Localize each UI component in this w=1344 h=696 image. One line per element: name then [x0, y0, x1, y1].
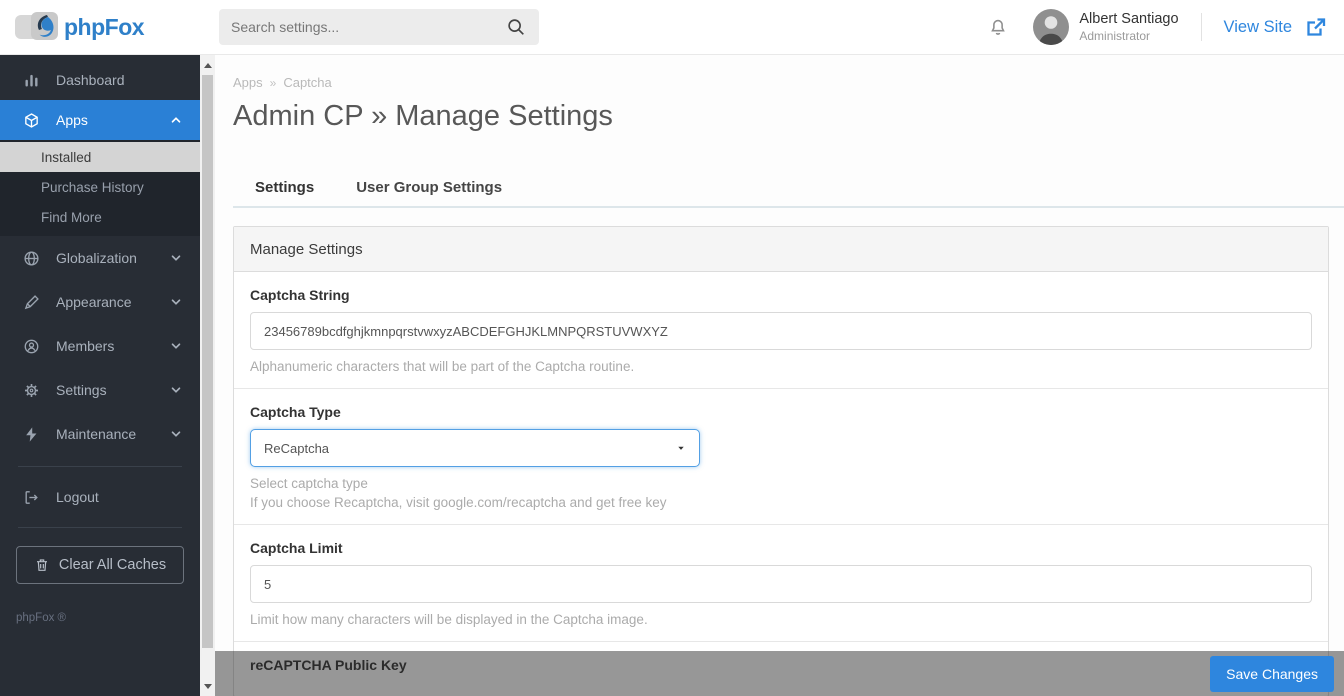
scroll-up-arrow[interactable]: [200, 57, 215, 73]
header-right: Albert Santiago Administrator View Site: [987, 9, 1344, 45]
sidebar: Dashboard Apps Installed Purchase Histor…: [0, 55, 200, 696]
caret-down-icon: [676, 443, 686, 453]
top-header: phpFox Albert Santiago Administrator Vie…: [0, 0, 1344, 55]
sidebar-item-label: Apps: [56, 112, 88, 128]
chevron-up-icon: [170, 114, 182, 126]
clear-caches-label: Clear All Caches: [58, 557, 167, 573]
external-link-icon: [1304, 15, 1328, 39]
sidebar-item-settings[interactable]: Settings: [0, 368, 200, 412]
chevron-down-icon: [170, 296, 182, 308]
view-site-label: View Site: [1223, 17, 1292, 36]
apps-submenu: Installed Purchase History Find More: [0, 140, 200, 236]
header-divider: [1200, 13, 1202, 41]
captcha-string-help: Alphanumeric characters that will be par…: [250, 359, 635, 374]
user-name: Albert Santiago: [1079, 11, 1179, 27]
sidebar-item-apps[interactable]: Apps: [0, 100, 200, 140]
chevron-down-icon: [170, 384, 182, 396]
captcha-limit-help: Limit how many characters will be displa…: [250, 612, 648, 627]
sidebar-item-appearance[interactable]: Appearance: [0, 280, 200, 324]
sidebar-subitem-find-more[interactable]: Find More: [0, 202, 200, 232]
user-info[interactable]: Albert Santiago Administrator: [1079, 11, 1178, 43]
brand-logo[interactable]: phpFox: [0, 10, 219, 44]
user-role: Administrator: [1079, 29, 1151, 43]
tab-user-group-settings[interactable]: User Group Settings: [356, 179, 502, 196]
breadcrumb-apps[interactable]: Apps: [233, 75, 263, 90]
captcha-type-select[interactable]: ReCaptcha: [250, 429, 700, 467]
brand-name: phpFox: [64, 13, 145, 40]
breadcrumb-separator: »: [269, 75, 277, 90]
sidebar-item-label: Maintenance: [56, 426, 137, 442]
tab-settings[interactable]: Settings: [255, 179, 314, 196]
captcha-limit-input[interactable]: [250, 565, 1312, 603]
main-content: Apps » Captcha Admin CP » Manage Setting…: [215, 55, 1344, 696]
captcha-type-label: Captcha Type: [250, 404, 341, 420]
panel-header: Manage Settings: [234, 227, 1328, 272]
breadcrumb: Apps » Captcha: [233, 75, 1344, 90]
subitem-label: Purchase History: [41, 179, 144, 195]
sidebar-item-label: Globalization: [56, 250, 137, 266]
sidebar-item-members[interactable]: Members: [0, 324, 200, 368]
captcha-type-help-2: If you choose Recaptcha, visit google.co…: [250, 495, 667, 510]
bar-chart-icon: [23, 72, 40, 89]
clear-all-caches-button[interactable]: Clear All Caches: [16, 546, 184, 584]
subitem-label: Find More: [41, 209, 102, 225]
manage-settings-panel: Manage Settings Captcha String Alphanume…: [233, 226, 1329, 696]
sidebar-scrollbar[interactable]: [200, 55, 215, 696]
subitem-label: Installed: [41, 149, 92, 165]
scrollbar-thumb[interactable]: [202, 75, 213, 648]
captcha-string-input[interactable]: [250, 312, 1312, 350]
search-input[interactable]: [231, 19, 505, 35]
sidebar-item-label: Logout: [56, 489, 99, 505]
notifications-bell-icon[interactable]: [987, 16, 1009, 38]
bolt-icon: [23, 426, 40, 443]
captcha-string-label: Captcha String: [250, 287, 350, 303]
sidebar-subitem-installed[interactable]: Installed: [0, 142, 200, 172]
cube-icon: [23, 112, 40, 129]
captcha-limit-label: Captcha Limit: [250, 540, 343, 556]
field-captcha-string: Captcha String Alphanumeric characters t…: [234, 272, 1328, 388]
member-icon: [23, 338, 40, 355]
chevron-down-icon: [170, 252, 182, 264]
phpfox-logo-icon: [14, 10, 60, 44]
field-captcha-limit: Captcha Limit Limit how many characters …: [234, 524, 1328, 641]
captcha-type-value: ReCaptcha: [264, 440, 330, 456]
pen-icon: [23, 294, 40, 311]
sidebar-item-maintenance[interactable]: Maintenance: [0, 412, 200, 456]
page-title: Admin CP » Manage Settings: [233, 100, 613, 132]
sticky-save-bar: Save Changes: [215, 651, 1344, 696]
tab-bar: Settings User Group Settings: [233, 179, 1344, 208]
sidebar-subitem-purchase-history[interactable]: Purchase History: [0, 172, 200, 202]
field-captcha-type: Captcha Type ReCaptcha Select captcha ty…: [234, 388, 1328, 524]
sidebar-item-label: Appearance: [56, 294, 132, 310]
logout-icon: [23, 489, 40, 506]
sidebar-item-logout[interactable]: Logout: [0, 477, 200, 517]
gear-icon: [23, 382, 40, 399]
chevron-down-icon: [170, 340, 182, 352]
sidebar-item-dashboard[interactable]: Dashboard: [0, 60, 200, 100]
user-avatar[interactable]: [1033, 9, 1070, 45]
scroll-down-arrow[interactable]: [200, 678, 215, 694]
settings-search: [219, 9, 539, 45]
sidebar-divider: [18, 527, 182, 528]
sidebar-divider: [18, 466, 182, 467]
breadcrumb-captcha[interactable]: Captcha: [283, 75, 331, 90]
view-site-link[interactable]: View Site: [1224, 15, 1328, 39]
globe-icon: [23, 250, 40, 267]
copyright-text: phpFox ®: [16, 612, 67, 624]
sidebar-item-globalization[interactable]: Globalization: [0, 236, 200, 280]
sidebar-item-label: Members: [56, 338, 115, 354]
save-changes-button[interactable]: Save Changes: [1210, 655, 1334, 692]
sidebar-item-label: Settings: [56, 382, 107, 398]
captcha-type-help: Select captcha type: [250, 476, 368, 491]
sidebar-item-label: Dashboard: [56, 72, 125, 88]
chevron-down-icon: [170, 428, 182, 440]
trash-icon: [34, 557, 50, 573]
search-icon[interactable]: [505, 16, 527, 38]
